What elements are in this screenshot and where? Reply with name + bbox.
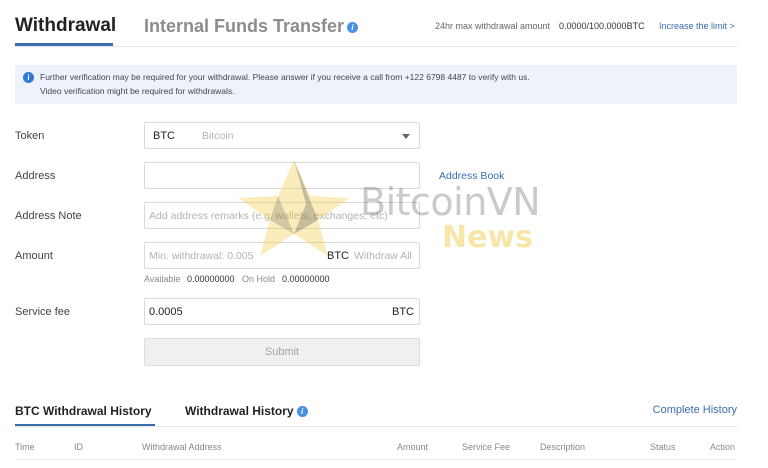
withdrawal-tabs: Withdrawal Internal Funds Transfer i 24hr…	[15, 0, 737, 47]
increase-limit-link[interactable]: Increase the limit >	[659, 21, 735, 31]
column-header-time: Time	[15, 442, 35, 452]
service-fee-field: 0.0005 BTC	[144, 298, 420, 325]
bitcoinvn-watermark: BitcoinVN News	[232, 158, 542, 258]
submit-button[interactable]: Submit	[144, 338, 420, 366]
available-value: 0.00000000	[187, 274, 235, 284]
service-fee-unit: BTC	[392, 306, 414, 318]
column-header-withdrawal-address: Withdrawal Address	[142, 442, 222, 452]
tab-withdrawal[interactable]: Withdrawal	[15, 15, 116, 37]
on-hold-label: On Hold	[242, 274, 276, 284]
token-select[interactable]: BTC Bitcoin	[144, 122, 420, 149]
withdrawal-limit-value: 0.0000/100.0000BTC	[559, 21, 645, 31]
tab-withdrawal-history-label: Withdrawal History	[185, 404, 294, 418]
info-icon: i	[23, 72, 34, 83]
verification-notice: i Further verification may be required f…	[15, 65, 737, 104]
notice-text-1: Further verification may be required for…	[40, 72, 530, 82]
amount-label: Amount	[15, 250, 53, 262]
token-name: Bitcoin	[202, 130, 234, 142]
column-header-id: ID	[74, 442, 83, 452]
watermark-text-bitcoinvn: BitcoinVN	[360, 180, 541, 224]
watermark-text-news: News	[442, 220, 534, 255]
table-divider	[15, 459, 737, 460]
column-header-action: Action	[710, 442, 736, 452]
token-symbol: BTC	[153, 130, 175, 142]
info-icon[interactable]: i	[347, 21, 359, 33]
token-label: Token	[15, 130, 45, 142]
tab-btc-withdrawal-history[interactable]: BTC Withdrawal History	[15, 404, 152, 418]
active-tab-indicator	[15, 43, 113, 46]
address-label: Address	[15, 170, 56, 182]
column-header-status: Status	[650, 442, 676, 452]
tab-internal-label: Internal Funds Transfer	[144, 16, 345, 36]
available-label: Available	[144, 274, 181, 284]
info-icon[interactable]: i	[296, 406, 308, 418]
chevron-down-icon	[402, 134, 410, 139]
service-fee-value: 0.0005	[149, 306, 183, 318]
column-header-amount: Amount	[397, 442, 429, 452]
active-history-tab-indicator	[15, 424, 155, 426]
address-note-label: Address Note	[15, 210, 82, 222]
column-header-service-fee: Service Fee	[462, 442, 511, 452]
tab-withdrawal-history[interactable]: Withdrawal History i	[185, 404, 308, 418]
tab-internal-funds-transfer[interactable]: Internal Funds Transfer i	[144, 16, 359, 37]
column-header-description: Description	[540, 442, 586, 452]
withdrawal-limit-label: 24hr max withdrawal amount	[435, 21, 551, 31]
on-hold-value: 0.00000000	[282, 274, 330, 284]
service-fee-label: Service fee	[15, 306, 71, 318]
notice-text-2: Video verification might be required for…	[40, 86, 235, 96]
star-logo-icon	[238, 160, 350, 256]
complete-history-link[interactable]: Complete History	[653, 404, 737, 416]
history-tabs: BTC Withdrawal History Withdrawal Histor…	[15, 400, 737, 427]
